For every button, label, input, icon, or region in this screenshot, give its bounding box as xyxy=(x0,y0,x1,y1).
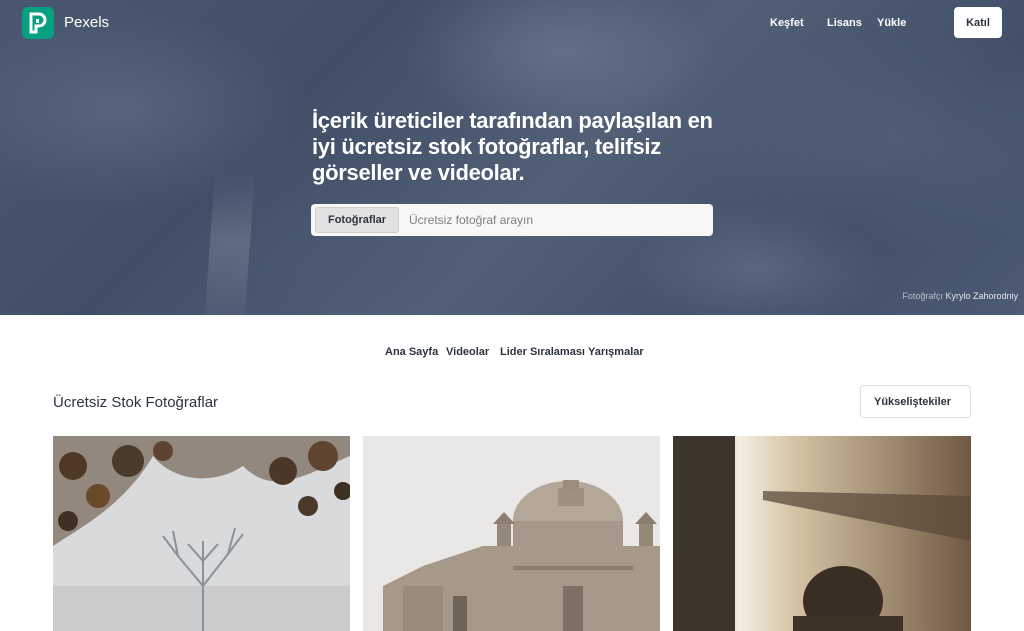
sort-dropdown[interactable]: Yükseliştekiler xyxy=(860,385,971,418)
tab-leaderboard[interactable]: Lider Sıralaması xyxy=(500,346,585,358)
tab-videos[interactable]: Videolar xyxy=(446,346,489,358)
nav-link-license[interactable]: Lisans xyxy=(827,17,862,29)
photo-card-stone-church[interactable] xyxy=(363,436,660,631)
search-input[interactable] xyxy=(409,208,699,232)
tab-challenges[interactable]: Yarışmalar xyxy=(588,346,644,358)
nav-link-upload[interactable]: Yükle xyxy=(877,17,906,29)
photo-card-window-light[interactable] xyxy=(673,436,971,631)
top-navigation: Pexels Keşfet Lisans Yükle Katıl xyxy=(0,0,1024,46)
stone-church-image xyxy=(363,436,660,631)
photo-credit-lead: Fotoğrafçı xyxy=(902,291,943,301)
window-light-image xyxy=(673,436,971,631)
pexels-logo-icon[interactable] xyxy=(22,7,54,39)
hero-banner: Pexels Keşfet Lisans Yükle Katıl İçerik … xyxy=(0,0,1024,315)
photo-credit: Fotoğrafçı Kyrylo Zahorodniy xyxy=(902,291,1018,301)
search-bar: Fotoğraflar xyxy=(311,204,713,236)
section-title: Ücretsiz Stok Fotoğraflar xyxy=(53,394,219,411)
hero-headline: İçerik üreticiler tarafından paylaşılan … xyxy=(312,108,713,185)
foggy-tree-image xyxy=(53,436,350,631)
join-button[interactable]: Katıl xyxy=(954,7,1002,38)
nav-link-explore[interactable]: Keşfet xyxy=(770,17,804,29)
search-type-dropdown[interactable]: Fotoğraflar xyxy=(315,207,399,233)
photo-card-foggy-tree[interactable] xyxy=(53,436,350,631)
tab-home[interactable]: Ana Sayfa xyxy=(385,346,438,358)
photo-credit-name[interactable]: Kyrylo Zahorodniy xyxy=(945,291,1018,301)
brand-name[interactable]: Pexels xyxy=(64,14,109,31)
